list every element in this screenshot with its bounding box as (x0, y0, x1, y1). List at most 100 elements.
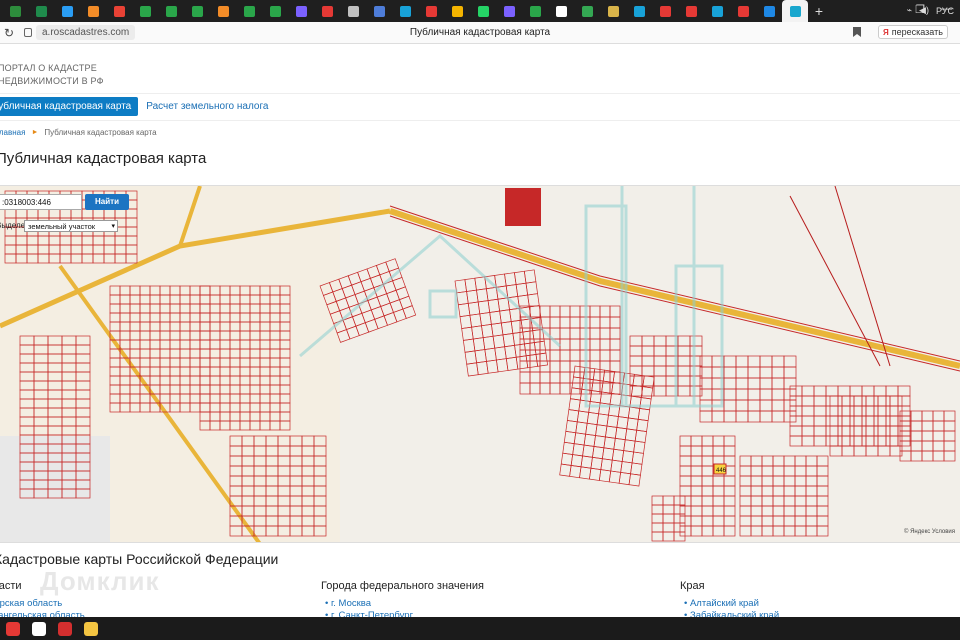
parcel-block[interactable] (679, 435, 736, 537)
parcel[interactable] (841, 435, 855, 447)
parcel[interactable] (897, 385, 911, 397)
parcel[interactable] (628, 473, 641, 487)
parcel[interactable] (897, 395, 911, 407)
parcel[interactable] (783, 355, 797, 368)
parcel[interactable] (783, 485, 796, 497)
parcel[interactable] (829, 415, 843, 427)
parcel[interactable] (772, 465, 785, 477)
parcel[interactable] (603, 436, 616, 450)
parcel[interactable] (588, 401, 601, 415)
parcel[interactable] (761, 465, 774, 477)
parcel[interactable] (627, 406, 641, 420)
parcel[interactable] (865, 405, 879, 417)
parcel[interactable] (569, 305, 581, 318)
parcel[interactable] (750, 485, 763, 497)
parcel[interactable] (750, 525, 763, 537)
list-item[interactable]: • Алтайский край (684, 598, 779, 610)
parcel[interactable] (723, 445, 736, 457)
parcel[interactable] (569, 349, 581, 362)
nav-item-land-tax[interactable]: Расчет земельного налога (146, 101, 268, 112)
parcel[interactable] (723, 525, 736, 537)
new-tab-icon[interactable]: + (808, 3, 830, 19)
parcel[interactable] (673, 531, 686, 542)
parcel[interactable] (921, 430, 934, 442)
parcel[interactable] (589, 371, 601, 384)
parcel[interactable] (589, 338, 601, 351)
map-copyright[interactable]: © Яндекс Условия (904, 529, 955, 535)
parcel[interactable] (861, 395, 875, 407)
parcel[interactable] (374, 315, 388, 330)
parcel[interactable] (837, 435, 851, 447)
parcel[interactable] (861, 435, 875, 447)
parcel[interactable] (570, 454, 583, 468)
browser-tab[interactable] (28, 0, 54, 22)
parcel[interactable] (849, 415, 863, 427)
browser-tab[interactable] (418, 0, 444, 22)
parcel[interactable] (813, 395, 827, 407)
parcel[interactable] (849, 385, 863, 397)
browser-tab[interactable] (314, 0, 340, 22)
parcel[interactable] (569, 338, 581, 351)
browser-tab[interactable] (132, 0, 158, 22)
browser-tab[interactable] (366, 0, 392, 22)
parcel[interactable] (641, 345, 655, 357)
parcel[interactable] (641, 335, 655, 347)
parcel[interactable] (633, 440, 646, 454)
parcel[interactable] (723, 505, 736, 517)
parcel[interactable] (805, 495, 818, 507)
parcel-block[interactable] (519, 305, 621, 395)
parcel[interactable] (673, 495, 686, 506)
breadcrumb-home[interactable]: Главная (0, 128, 25, 137)
parcel[interactable] (599, 305, 611, 318)
parcel[interactable] (599, 327, 611, 340)
parcel[interactable] (910, 430, 923, 442)
parcel[interactable] (739, 495, 752, 507)
parcel[interactable] (885, 385, 899, 397)
parcel[interactable] (630, 462, 643, 476)
list-item-label[interactable]: Алтайский край (690, 598, 759, 609)
parcel[interactable] (589, 327, 601, 340)
browser-tab[interactable] (392, 0, 418, 22)
browser-tab[interactable] (626, 0, 652, 22)
parcel[interactable] (849, 425, 863, 437)
parcel[interactable] (639, 397, 652, 411)
parcel[interactable] (750, 495, 763, 507)
object-type-select[interactable]: земельный участок ▾ (24, 220, 118, 232)
parcel[interactable] (877, 415, 891, 427)
parcel[interactable] (609, 338, 621, 351)
parcel[interactable] (662, 513, 675, 524)
parcel[interactable] (853, 425, 867, 437)
parcel[interactable] (759, 377, 773, 390)
parcel[interactable] (771, 355, 785, 368)
parcel[interactable] (662, 495, 675, 506)
parcel[interactable] (565, 420, 578, 434)
parcel[interactable] (679, 455, 692, 467)
browser-tab[interactable] (210, 0, 236, 22)
url-field[interactable]: a.roscadastres.com (36, 25, 136, 40)
parcel[interactable] (651, 495, 664, 506)
parcel[interactable] (653, 385, 667, 397)
parcel[interactable] (772, 475, 785, 487)
parcel[interactable] (569, 465, 582, 479)
parcel[interactable] (723, 485, 736, 497)
parcel[interactable] (623, 439, 636, 453)
browser-tab[interactable] (548, 0, 574, 22)
parcel[interactable] (789, 435, 803, 447)
parcel[interactable] (794, 485, 807, 497)
parcel[interactable] (539, 349, 551, 362)
parcel[interactable] (581, 377, 594, 391)
parcel[interactable] (569, 316, 581, 329)
parcel[interactable] (801, 425, 815, 437)
parcel[interactable] (523, 269, 537, 284)
browser-tab[interactable] (600, 0, 626, 22)
parcel[interactable] (712, 445, 725, 457)
building-marker[interactable] (505, 188, 541, 226)
parcel[interactable] (873, 395, 887, 407)
parcel[interactable] (385, 258, 400, 272)
parcel[interactable] (583, 433, 596, 447)
parcel[interactable] (677, 345, 691, 357)
parcel[interactable] (739, 475, 752, 487)
parcel[interactable] (943, 420, 956, 432)
parcel[interactable] (829, 395, 843, 407)
parcel[interactable] (910, 410, 923, 422)
